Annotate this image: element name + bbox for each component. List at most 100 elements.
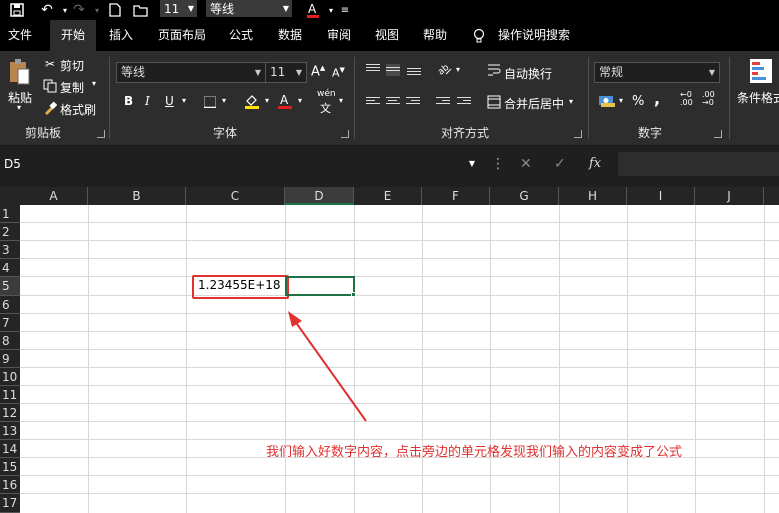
- tab-insert[interactable]: 插入: [102, 20, 140, 51]
- row-header-8[interactable]: 8: [0, 332, 20, 350]
- column-header-e[interactable]: E: [354, 187, 422, 205]
- copy-dropdown-icon[interactable]: ▾: [92, 79, 96, 88]
- column-header-d[interactable]: D: [285, 187, 354, 205]
- row-header-16[interactable]: 16: [0, 476, 20, 494]
- cancel-entry-icon[interactable]: ✕: [520, 156, 532, 172]
- number-format-select[interactable]: 常规 ▼: [594, 62, 720, 83]
- merge-center-button[interactable]: 合并后居中: [504, 95, 564, 112]
- percent-button[interactable]: %: [632, 94, 644, 109]
- merge-center-icon[interactable]: [487, 95, 501, 109]
- phonetic-dropdown-icon[interactable]: ▾: [339, 96, 343, 105]
- insert-function-button[interactable]: fx: [589, 156, 601, 171]
- select-all-corner[interactable]: [0, 187, 20, 205]
- decrease-indent-icon[interactable]: [436, 97, 450, 109]
- copy-icon[interactable]: [42, 78, 58, 94]
- cut-icon[interactable]: ✂: [42, 56, 58, 72]
- column-header-b[interactable]: B: [88, 187, 186, 205]
- align-left-icon[interactable]: [366, 97, 380, 109]
- formula-input[interactable]: [618, 152, 779, 176]
- alignment-dialog-launcher-icon[interactable]: [574, 130, 582, 138]
- column-header-c[interactable]: C: [186, 187, 285, 205]
- qat-font-size-select[interactable]: 11 ▼: [160, 0, 197, 17]
- column-header-g[interactable]: G: [490, 187, 559, 205]
- borders-icon[interactable]: [203, 95, 217, 109]
- row-header-12[interactable]: 12: [0, 404, 20, 422]
- tab-review[interactable]: 审阅: [320, 20, 358, 51]
- conditional-formatting-icon[interactable]: [748, 57, 774, 85]
- bold-button[interactable]: B: [124, 94, 133, 108]
- tab-view[interactable]: 视图: [368, 20, 406, 51]
- fill-handle[interactable]: [351, 292, 356, 297]
- column-header-i[interactable]: I: [627, 187, 695, 205]
- paste-icon[interactable]: [6, 57, 32, 87]
- top-align-icon[interactable]: [366, 64, 380, 76]
- row-header-4[interactable]: 4: [0, 259, 20, 277]
- wrap-text-button[interactable]: 自动换行: [504, 65, 552, 82]
- number-dialog-launcher-icon[interactable]: [714, 130, 722, 138]
- font-color-dropdown-icon-2[interactable]: ▾: [298, 96, 302, 105]
- qat-font-name-select[interactable]: 等线 ▼: [206, 0, 292, 17]
- increase-decimal-button[interactable]: ←0.00: [680, 91, 693, 107]
- format-painter-icon[interactable]: [42, 100, 58, 116]
- row-header-14[interactable]: 14: [0, 440, 20, 458]
- name-box[interactable]: D5 ▼: [0, 152, 483, 176]
- column-header-f[interactable]: F: [422, 187, 490, 205]
- new-file-icon[interactable]: [104, 0, 126, 20]
- font-color-ribbon-icon[interactable]: A: [276, 92, 294, 110]
- row-header-10[interactable]: 10: [0, 368, 20, 386]
- middle-align-icon[interactable]: [386, 64, 400, 76]
- tab-help[interactable]: 帮助: [416, 20, 454, 51]
- column-header-j[interactable]: J: [695, 187, 764, 205]
- column-header-h[interactable]: H: [559, 187, 627, 205]
- align-right-icon[interactable]: [406, 97, 420, 109]
- align-center-icon[interactable]: [386, 97, 400, 109]
- decrease-font-size-icon[interactable]: A▼: [332, 66, 345, 80]
- row-header-7[interactable]: 7: [0, 314, 20, 332]
- format-painter-button[interactable]: 格式刷: [60, 101, 96, 118]
- row-header-9[interactable]: 9: [0, 350, 20, 368]
- increase-font-size-icon[interactable]: A▲: [311, 64, 325, 79]
- row-header-15[interactable]: 15: [0, 458, 20, 476]
- tab-home[interactable]: 开始: [50, 20, 96, 51]
- orientation-dropdown-icon[interactable]: ▾: [456, 65, 460, 74]
- accounting-format-icon[interactable]: [598, 93, 616, 109]
- underline-button[interactable]: U: [165, 94, 174, 108]
- font-name-select[interactable]: 等线 ▼: [116, 62, 266, 83]
- merge-center-dropdown-icon[interactable]: ▾: [569, 97, 573, 106]
- phonetic-guide-button[interactable]: wén: [317, 89, 336, 99]
- tab-page-layout[interactable]: 页面布局: [152, 20, 212, 51]
- tab-formulas[interactable]: 公式: [222, 20, 260, 51]
- row-header-2[interactable]: 2: [0, 223, 20, 241]
- column-header-a[interactable]: A: [20, 187, 88, 205]
- paste-dropdown-icon[interactable]: ▾: [17, 103, 21, 112]
- comma-button[interactable]: ,: [654, 89, 660, 108]
- selected-cell-d5[interactable]: [285, 276, 355, 296]
- wrap-text-icon[interactable]: [487, 63, 501, 77]
- worksheet-grid[interactable]: A B C D E F G H I J 1 2 3 4 5 6 7 8 9 10…: [0, 187, 779, 513]
- row-header-17[interactable]: 17: [0, 494, 20, 513]
- decrease-decimal-button[interactable]: .00 →0: [702, 91, 715, 107]
- row-header-1[interactable]: 1: [0, 205, 20, 223]
- open-folder-icon[interactable]: [130, 0, 152, 20]
- tab-data[interactable]: 数据: [271, 20, 309, 51]
- conditional-formatting-button[interactable]: 条件格式: [737, 89, 779, 106]
- row-header-13[interactable]: 13: [0, 422, 20, 440]
- increase-indent-icon[interactable]: [457, 97, 471, 109]
- row-header-11[interactable]: 11: [0, 386, 20, 404]
- tell-me-search[interactable]: 操作说明搜索: [496, 20, 572, 51]
- fill-color-dropdown-icon[interactable]: ▾: [265, 96, 269, 105]
- clipboard-dialog-launcher-icon[interactable]: [97, 130, 105, 138]
- confirm-entry-icon[interactable]: ✓: [554, 156, 566, 172]
- fill-color-icon[interactable]: [243, 92, 261, 110]
- font-dialog-launcher-icon[interactable]: [341, 130, 349, 138]
- italic-button[interactable]: I: [145, 94, 150, 108]
- font-size-select[interactable]: 11 ▼: [265, 62, 307, 83]
- orientation-icon[interactable]: ab: [436, 61, 452, 77]
- bottom-align-icon[interactable]: [407, 68, 421, 80]
- column-header-partial[interactable]: [764, 187, 779, 205]
- copy-button[interactable]: 复制: [60, 79, 84, 96]
- borders-dropdown-icon[interactable]: ▾: [222, 96, 226, 105]
- accounting-dropdown-icon[interactable]: ▾: [619, 96, 623, 105]
- row-header-3[interactable]: 3: [0, 241, 20, 259]
- customize-qat-icon[interactable]: ≡: [334, 0, 356, 20]
